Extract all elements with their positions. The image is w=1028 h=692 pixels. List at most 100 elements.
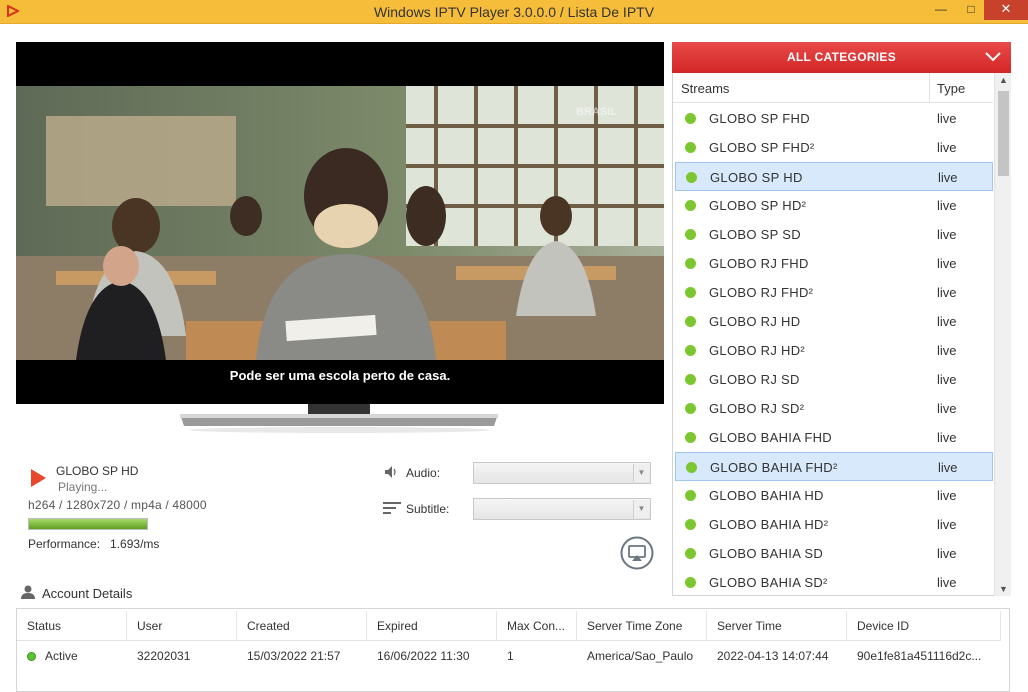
subtitle-dropdown[interactable]: ▼: [473, 498, 651, 520]
live-status-icon: [686, 172, 697, 183]
stream-item[interactable]: GLOBO SP SD live: [675, 220, 993, 249]
col-user[interactable]: User: [127, 611, 237, 641]
stream-item[interactable]: GLOBO RJ HD² live: [675, 336, 993, 365]
col-status[interactable]: Status: [17, 611, 127, 641]
col-device-id[interactable]: Device ID: [847, 611, 1001, 641]
stream-item[interactable]: GLOBO RJ SD live: [675, 365, 993, 394]
chevron-down-icon[interactable]: ▼: [633, 500, 649, 518]
scroll-down-icon[interactable]: ▼: [995, 584, 1012, 594]
stream-item[interactable]: GLOBO SP HD live: [675, 162, 993, 191]
cast-icon[interactable]: [620, 536, 654, 570]
maximize-button[interactable]: □: [958, 0, 984, 20]
live-status-icon: [685, 258, 696, 269]
stream-name: GLOBO BAHIA FHD²: [710, 460, 838, 475]
subtitle-lines-icon: [383, 502, 401, 514]
scroll-up-icon[interactable]: ▲: [995, 75, 1012, 85]
stream-name: GLOBO BAHIA SD²: [709, 575, 828, 590]
stream-item[interactable]: GLOBO SP FHD² live: [675, 133, 993, 162]
codec-info: h264 / 1280x720 / mp4a / 48000: [28, 498, 207, 512]
created-cell: 15/03/2022 21:57: [247, 649, 341, 663]
stream-name: GLOBO SP HD: [710, 170, 803, 185]
col-max-connections[interactable]: Max Con...: [497, 611, 577, 641]
stream-type: live: [937, 546, 957, 561]
stream-name: GLOBO SP SD: [709, 227, 801, 242]
stream-name: GLOBO RJ SD: [709, 372, 800, 387]
stream-item[interactable]: GLOBO RJ SD² live: [675, 394, 993, 423]
stream-type: live: [937, 488, 957, 503]
live-status-icon: [685, 374, 696, 385]
status-cell: Active: [17, 641, 127, 671]
speaker-icon: [385, 466, 396, 478]
stream-type: live: [937, 314, 957, 329]
stream-item[interactable]: GLOBO BAHIA SD² live: [675, 568, 993, 596]
user-cell: 32202031: [137, 649, 191, 663]
audio-label: Audio:: [406, 466, 441, 480]
stream-type: live: [937, 575, 957, 590]
tv-stand: [180, 404, 498, 433]
col-type[interactable]: Type: [937, 81, 965, 96]
chevron-down-icon[interactable]: ▼: [633, 464, 649, 482]
stream-name: GLOBO RJ HD: [709, 314, 801, 329]
stream-item[interactable]: GLOBO BAHIA SD live: [675, 539, 993, 568]
stream-item[interactable]: GLOBO SP HD² live: [675, 191, 993, 220]
status-value: Active: [45, 649, 78, 663]
close-button[interactable]: ✕: [984, 0, 1028, 20]
channel-watermark: BRASIL: [576, 106, 617, 118]
minimize-button[interactable]: —: [928, 0, 954, 20]
live-status-icon: [685, 200, 696, 211]
stream-name: GLOBO SP HD²: [709, 198, 807, 213]
video-subtitle: Pode ser uma escola perto de casa.: [229, 368, 451, 383]
video-player[interactable]: BRASIL Pode ser uma escola perto de casa…: [16, 42, 664, 404]
live-status-icon: [685, 548, 696, 559]
stream-type: live: [937, 285, 957, 300]
col-server-time[interactable]: Server Time: [707, 611, 847, 641]
subtitle-label: Subtitle:: [406, 502, 450, 516]
streams-panel: ALL CATEGORIES Streams Type GLOBO SP FHD…: [672, 42, 1011, 596]
streams-scrollbar[interactable]: ▲ ▼: [994, 73, 1011, 596]
live-status-icon: [685, 113, 696, 124]
stream-type: live: [937, 140, 957, 155]
col-expired[interactable]: Expired: [367, 611, 497, 641]
stream-type: live: [938, 170, 958, 185]
scroll-thumb[interactable]: [998, 91, 1009, 176]
play-icon[interactable]: [28, 468, 48, 488]
stream-name: GLOBO SP FHD²: [709, 140, 815, 155]
account-table: Status User Created Expired Max Con... S…: [16, 608, 1010, 692]
stream-item[interactable]: GLOBO RJ HD live: [675, 307, 993, 336]
account-details-title: Account Details: [42, 586, 133, 601]
stream-item[interactable]: GLOBO SP FHD live: [675, 104, 993, 133]
stream-item[interactable]: GLOBO RJ FHD² live: [675, 278, 993, 307]
col-streams[interactable]: Streams: [681, 81, 729, 96]
category-dropdown[interactable]: ALL CATEGORIES: [672, 42, 1011, 73]
live-status-icon: [685, 229, 696, 240]
stream-type: live: [937, 401, 957, 416]
audio-dropdown[interactable]: ▼: [473, 462, 651, 484]
table-row[interactable]: Active 32202031 15/03/2022 21:57 16/06/2…: [17, 641, 1001, 671]
account-table-header: Status User Created Expired Max Con... S…: [17, 611, 1001, 641]
performance-value: 1.693/ms: [110, 537, 160, 551]
col-created[interactable]: Created: [237, 611, 367, 641]
server-time-cell: 2022-04-13 14:07:44: [717, 649, 829, 663]
stream-type: live: [937, 256, 957, 271]
title-bar: Windows IPTV Player 3.0.0.0 / Lista De I…: [0, 0, 1028, 24]
live-status-icon: [685, 403, 696, 414]
performance-label: Performance:: [28, 537, 101, 551]
stream-item[interactable]: GLOBO BAHIA HD live: [675, 481, 993, 510]
stream-item[interactable]: GLOBO BAHIA FHD live: [675, 423, 993, 452]
stream-item[interactable]: GLOBO RJ FHD live: [675, 249, 993, 278]
stream-type: live: [937, 343, 957, 358]
stream-type: live: [937, 227, 957, 242]
stream-item[interactable]: GLOBO BAHIA HD² live: [675, 510, 993, 539]
stream-name: GLOBO BAHIA SD: [709, 546, 824, 561]
server-time-zone-cell: America/Sao_Paulo: [587, 649, 694, 663]
stream-item[interactable]: GLOBO BAHIA FHD² live: [675, 452, 993, 481]
buffer-progress-bar: [28, 518, 148, 530]
status-dot-icon: [27, 652, 36, 661]
now-playing-channel: GLOBO SP HD: [56, 464, 139, 478]
stream-name: GLOBO BAHIA HD: [709, 488, 824, 503]
stream-type: live: [937, 372, 957, 387]
live-status-icon: [685, 345, 696, 356]
live-status-icon: [685, 432, 696, 443]
chevron-down-icon[interactable]: [985, 51, 1001, 63]
col-server-time-zone[interactable]: Server Time Zone: [577, 611, 707, 641]
